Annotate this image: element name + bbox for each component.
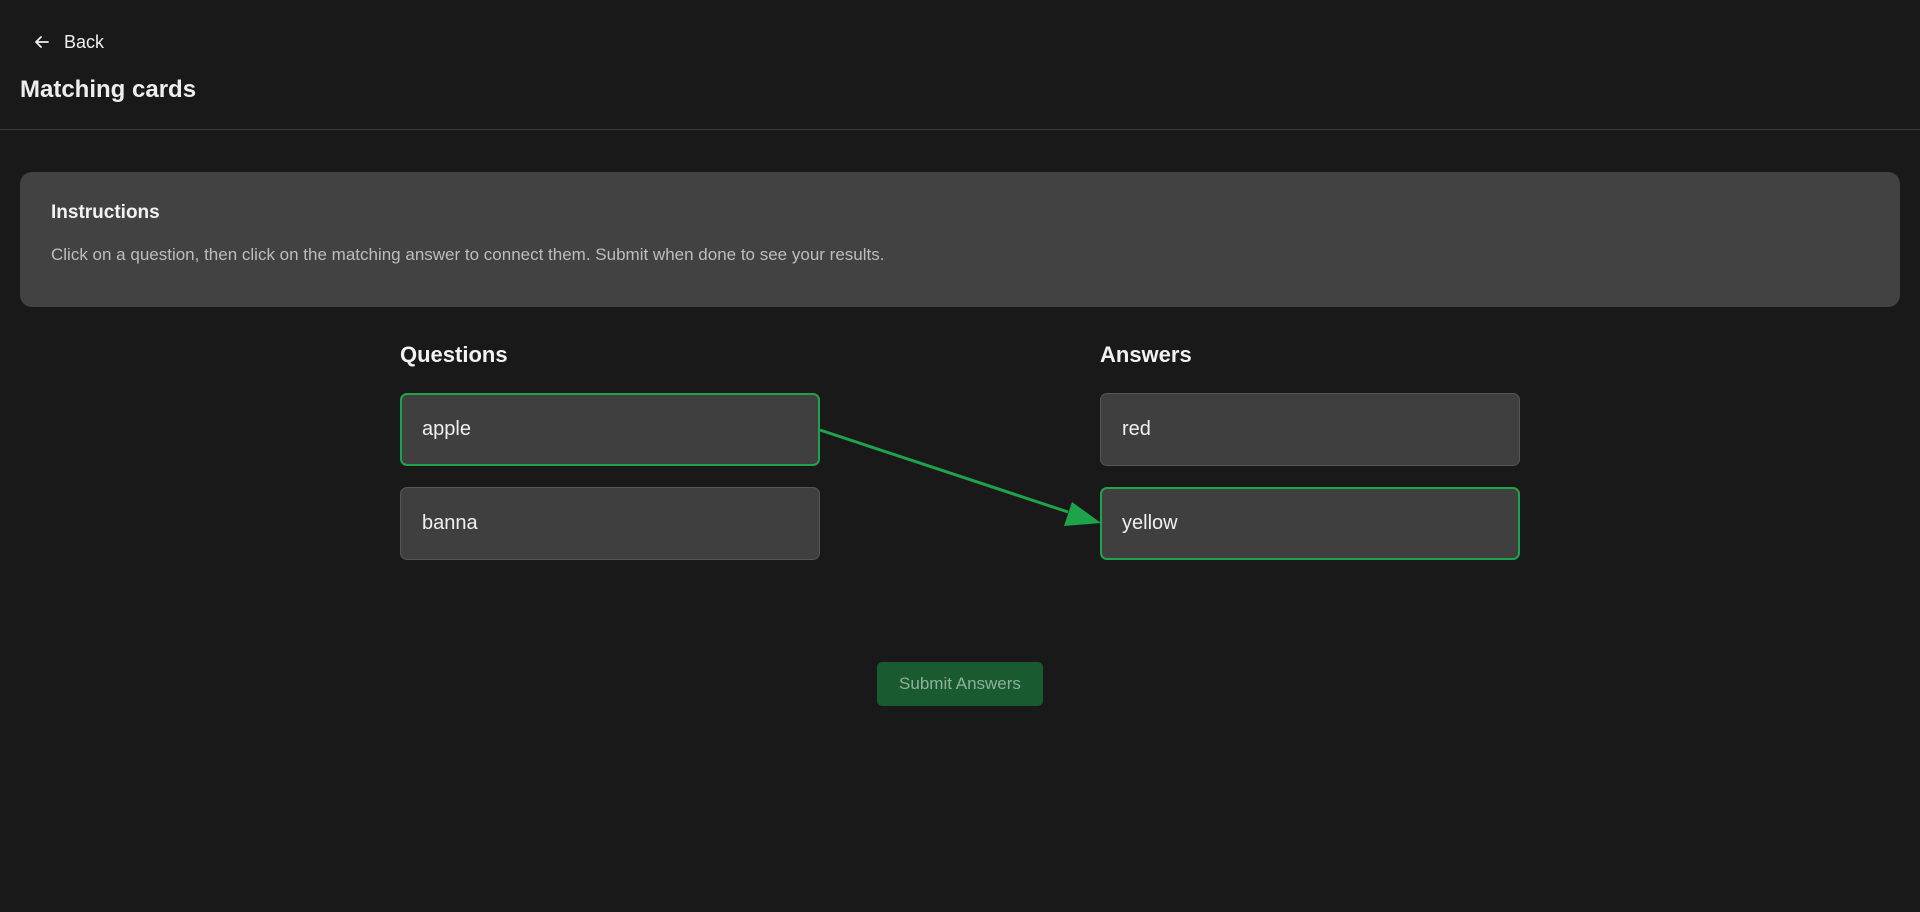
question-card-banna[interactable]: banna (400, 487, 820, 560)
page-header: Back Matching cards (0, 0, 1920, 130)
connection-line (819, 428, 1069, 514)
answers-heading: Answers (1100, 342, 1192, 367)
instructions-text: Click on a question, then click on the m… (51, 245, 885, 264)
question-card-apple[interactable]: apple (400, 393, 820, 466)
answer-card-red[interactable]: red (1100, 393, 1520, 466)
instructions-panel: Instructions Click on a question, then c… (20, 172, 1900, 307)
instructions-title: Instructions (51, 202, 160, 223)
back-button[interactable]: Back (28, 26, 110, 58)
page-title: Matching cards (20, 76, 197, 103)
arrowhead-icon (1064, 502, 1101, 526)
back-label: Back (64, 31, 105, 52)
questions-heading: Questions (400, 342, 508, 367)
arrow-left-icon (34, 34, 50, 50)
answer-card-yellow[interactable]: yellow (1100, 487, 1520, 560)
submit-answers-button[interactable]: Submit Answers (877, 662, 1043, 706)
connection-arrow (819, 428, 1101, 526)
